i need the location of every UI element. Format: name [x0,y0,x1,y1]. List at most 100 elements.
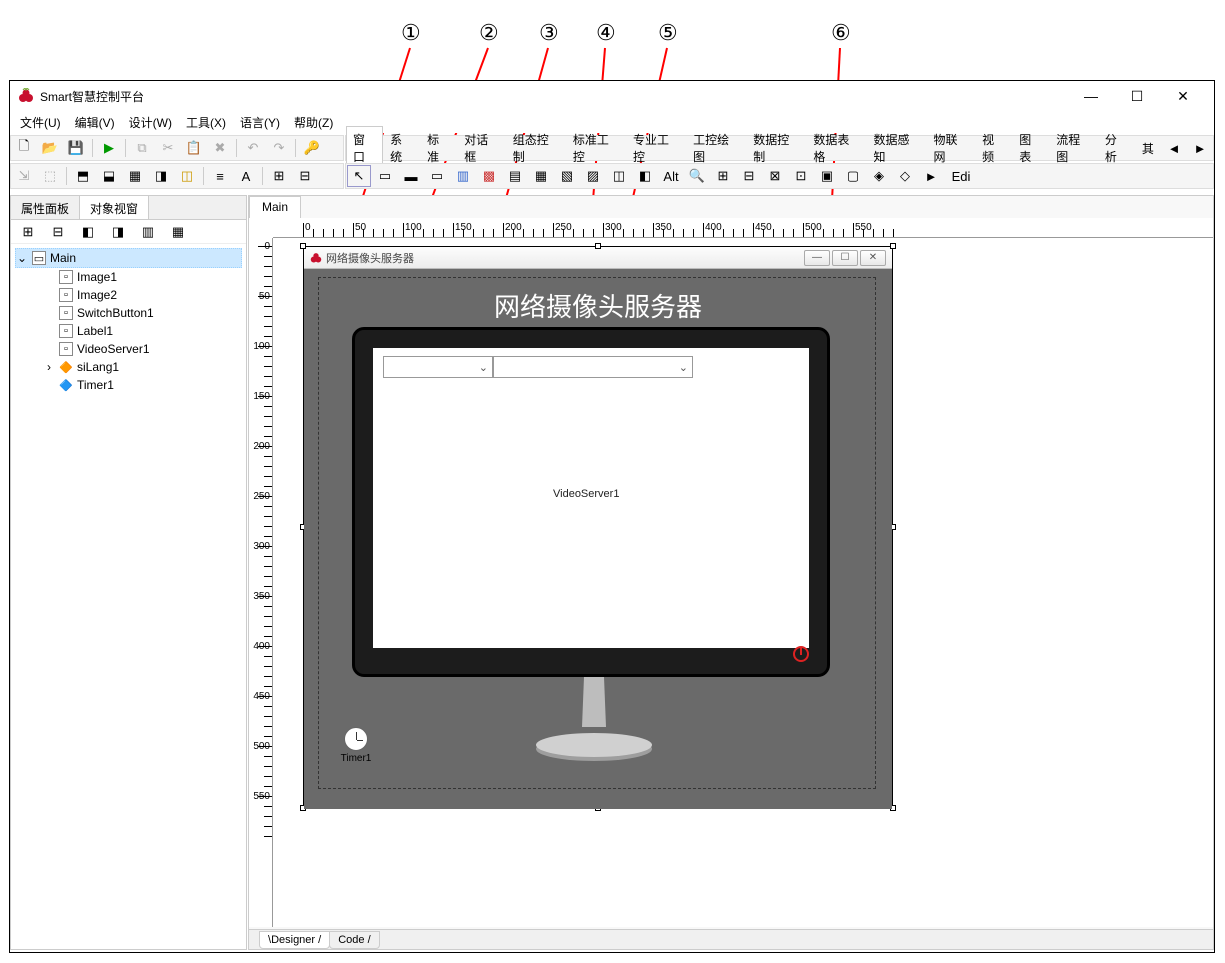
lp-btn[interactable]: ◧ [76,221,100,243]
palette-icon[interactable]: ▦ [529,165,553,187]
ruler-horizontal: 050100150200250300350400450500550 [273,218,1213,238]
group-btn-4[interactable]: ◨ [149,165,173,187]
menu-help[interactable]: 帮助(Z) [288,112,339,133]
paste-button[interactable]: 📋 [182,137,206,159]
palette-icon[interactable]: ▨ [581,165,605,187]
tree-item[interactable]: ▫Label1 [15,322,242,340]
form-min-button[interactable]: — [804,250,830,266]
palette-icon[interactable]: ▤ [503,165,527,187]
expand-icon[interactable]: ⌄ [16,251,28,265]
tab-property-panel[interactable]: 属性面板 [11,196,80,219]
timer1[interactable]: Timer1 [338,727,374,764]
design-surface[interactable]: 网络摄像头服务器 — ☐ ✕ 网络摄像头服务器 ⌄ ⌄ VideoSe [273,238,1213,927]
palette-icon[interactable]: ◈ [867,165,891,187]
copy-button[interactable]: ⧉ [130,137,154,159]
resize-handle[interactable] [595,243,601,249]
editor-tab-main[interactable]: Main [249,196,301,218]
tree-root[interactable]: ⌄ ▭ Main [15,248,242,268]
text-btn[interactable]: A [234,165,258,187]
design-canvas[interactable]: 050100150200250300350400450500550 050100… [249,218,1213,927]
left-toolbar: ⊞ ⊟ ◧ ◨ ▥ ▦ [11,220,246,244]
align-btn-2[interactable]: ⬚ [38,165,62,187]
menu-tool[interactable]: 工具(X) [180,112,232,133]
close-button[interactable]: ✕ [1160,81,1206,111]
tree-item[interactable]: ›🔶siLang1 [15,358,242,376]
form-main[interactable]: 网络摄像头服务器 — ☐ ✕ 网络摄像头服务器 ⌄ ⌄ VideoSe [303,246,893,808]
switchbutton1[interactable] [793,646,809,662]
redo-button[interactable]: ↷ [267,137,291,159]
new-button[interactable]: 🗋 [12,137,36,159]
videoserver1[interactable]: ⌄ ⌄ VideoServer1 [373,348,809,648]
palette-icon[interactable]: Edi [945,165,977,187]
tab-code[interactable]: Code / [329,931,379,949]
tab-object-view[interactable]: 对象视窗 [80,196,149,219]
palette-icon[interactable]: ⊟ [737,165,761,187]
palette-icon[interactable]: ▩ [477,165,501,187]
form-max-button[interactable]: ☐ [832,250,858,266]
tabs-scroll-right[interactable]: ► [1188,137,1212,159]
list-btn[interactable]: ≡ [208,165,232,187]
palette-icon[interactable]: ▣ [815,165,839,187]
undo-button[interactable]: ↶ [241,137,265,159]
menu-edit[interactable]: 编辑(V) [69,112,121,133]
palette-icon[interactable]: ⊞ [711,165,735,187]
palette-icon[interactable]: 🔍 [685,165,709,187]
palette-icon[interactable]: ◇ [893,165,917,187]
combo-1[interactable]: ⌄ [383,356,493,378]
palette-icon[interactable]: ◫ [607,165,631,187]
tree-item[interactable]: ▫Image1 [15,268,242,286]
tree-item[interactable]: 🔷Timer1 [15,376,242,394]
menu-lang[interactable]: 语言(Y) [234,112,286,133]
group-btn-1[interactable]: ⬒ [71,165,95,187]
lp-btn[interactable]: ▦ [166,221,190,243]
app-title: Smart智慧控制平台 [40,88,144,105]
menu-file[interactable]: 文件(U) [14,112,67,133]
save-button[interactable]: 💾 [64,137,88,159]
run-button[interactable]: ▶ [97,137,121,159]
palette-icon[interactable]: Alt [659,165,683,187]
tree-item[interactable]: ▫Image2 [15,286,242,304]
group-btn-5[interactable]: ◫ [175,165,199,187]
key-button[interactable]: 🔑 [300,137,324,159]
lp-btn[interactable]: ◨ [106,221,130,243]
palette-icon[interactable]: ► [919,165,943,187]
palette-icon[interactable]: ◧ [633,165,657,187]
minimize-button[interactable]: — [1068,81,1114,111]
palette-icon[interactable]: ▧ [555,165,579,187]
tab-designer[interactable]: \Designer / [259,931,330,949]
form-client-area[interactable]: 网络摄像头服务器 ⌄ ⌄ VideoServer1 [304,269,892,809]
image2-monitor[interactable]: ⌄ ⌄ VideoServer1 [352,327,830,677]
palette-icon[interactable]: ▢ [841,165,865,187]
pointer-tool[interactable]: ↖ [347,165,371,187]
tree-item[interactable]: ▫SwitchButton1 [15,304,242,322]
form-close-button[interactable]: ✕ [860,250,886,266]
lp-btn[interactable]: ▥ [136,221,160,243]
lp-btn[interactable]: ⊞ [16,221,40,243]
box-btn-b[interactable]: ⊟ [293,165,317,187]
box-btn-a[interactable]: ⊞ [267,165,291,187]
resize-handle[interactable] [890,243,896,249]
maximize-button[interactable]: ☐ [1114,81,1160,111]
combo-2[interactable]: ⌄ [493,356,693,378]
palette-icon[interactable]: ▬ [399,165,423,187]
resize-handle[interactable] [300,243,306,249]
align-btn-1[interactable]: ⇲ [12,165,36,187]
expand-icon[interactable]: › [43,360,55,374]
palette-icon[interactable]: ▥ [451,165,475,187]
tree-item[interactable]: ▫VideoServer1 [15,340,242,358]
cut-button[interactable]: ✂ [156,137,180,159]
lp-btn[interactable]: ⊟ [46,221,70,243]
group-btn-3[interactable]: ▦ [123,165,147,187]
palette-icon[interactable]: ⊡ [789,165,813,187]
palette-icon[interactable]: ▭ [373,165,397,187]
component-tab[interactable]: 其 [1135,135,1161,162]
palette-icon[interactable]: ▭ [425,165,449,187]
delete-button[interactable]: ✖ [208,137,232,159]
label1[interactable]: 网络摄像头服务器 [304,287,892,324]
palette-icon[interactable]: ⊠ [763,165,787,187]
menu-design[interactable]: 设计(W) [123,112,178,133]
open-button[interactable]: 📂 [38,137,62,159]
tabs-scroll-left[interactable]: ◄ [1162,137,1186,159]
timer-icon: 🔷 [59,378,73,392]
group-btn-2[interactable]: ⬓ [97,165,121,187]
